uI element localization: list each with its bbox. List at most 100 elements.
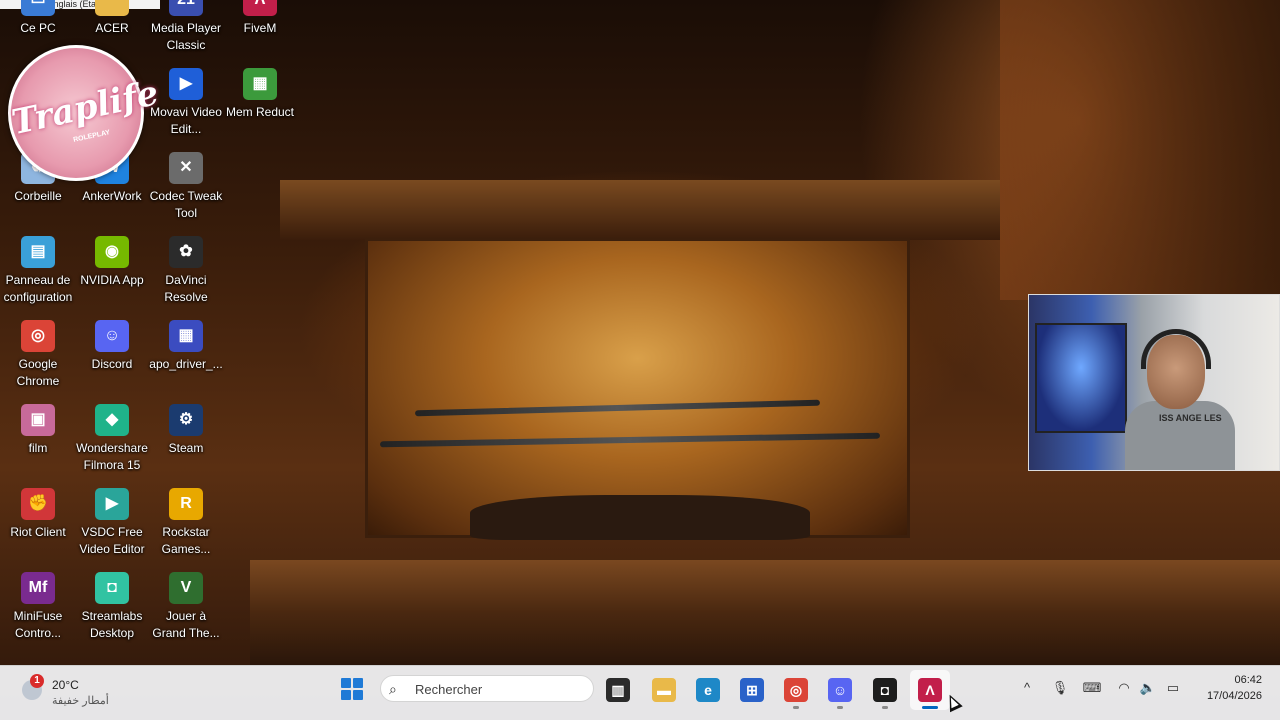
fivem-icon: Λ bbox=[918, 678, 942, 702]
desktop-icon-film-folder[interactable]: ▣ film bbox=[0, 404, 76, 457]
steam-icon: ⚙ bbox=[169, 404, 203, 436]
webcam-person-torso bbox=[1125, 401, 1235, 470]
discord-icon: ☺ bbox=[95, 320, 129, 352]
battery-icon[interactable]: ▭ bbox=[1163, 680, 1183, 696]
desktop-icon-label: Streamlabs Desktop bbox=[81, 609, 143, 640]
gta-icon: V bbox=[169, 572, 203, 604]
desktop-icon-vsdc[interactable]: ▶ VSDC Free Video Editor bbox=[74, 488, 150, 558]
desktop-icon-fivem[interactable]: Λ FiveM bbox=[222, 0, 298, 37]
desktop-icon-apo-driver[interactable]: ▦ apo_driver_... bbox=[148, 320, 224, 373]
davinci-icon: ✿ bbox=[169, 236, 203, 268]
desktop-icon-davinci[interactable]: ✿ DaVinci Resolve bbox=[148, 236, 224, 306]
nvidia-icon: ◉ bbox=[95, 236, 129, 268]
file-explorer-icon: ▬ bbox=[652, 678, 676, 702]
wrench-icon: ✕ bbox=[169, 152, 203, 184]
desktop-icon-discord[interactable]: ☺ Discord bbox=[74, 320, 150, 373]
desktop-icon-mem-reduct[interactable]: ▦ Mem Reduct bbox=[222, 68, 298, 121]
desktop-icon-label: DaVinci Resolve bbox=[164, 273, 208, 304]
streamlabs-icon: ◘ bbox=[95, 572, 129, 604]
logo-text: Traplife bbox=[8, 73, 162, 144]
desktop-icon-label: FiveM bbox=[243, 21, 277, 35]
desktop-icon-nvidia[interactable]: ◉ NVIDIA App bbox=[74, 236, 150, 289]
taskbar-fivem-button[interactable]: Λ bbox=[910, 670, 950, 710]
desktop-icon-rockstar[interactable]: R Rockstar Games... bbox=[148, 488, 224, 558]
wallpaper-katana-stand bbox=[470, 495, 810, 540]
clock-time: 06:42 bbox=[1234, 674, 1262, 686]
notification-badge: 1 bbox=[30, 674, 44, 688]
weather-description: أمطار خفيفة bbox=[52, 695, 109, 707]
riot-icon: ✊ bbox=[21, 488, 55, 520]
windows-logo-icon bbox=[341, 678, 351, 688]
minifuse-icon: Mf bbox=[21, 572, 55, 604]
desktop-icon-label: Wondershare Filmora 15 bbox=[76, 441, 148, 472]
wifi-icon[interactable]: ◠ bbox=[1114, 680, 1134, 696]
taskbar-edge-button[interactable]: e bbox=[688, 670, 728, 710]
webcam-background-monitor bbox=[1035, 323, 1127, 433]
rockstar-icon: R bbox=[169, 488, 203, 520]
movavi-icon: ▶ bbox=[169, 68, 203, 100]
webcam-shirt-text: ISS ANGE LES bbox=[1159, 413, 1222, 423]
desktop-icon-filmora[interactable]: ◆ Wondershare Filmora 15 bbox=[74, 404, 150, 474]
streamlabs-icon: ◘ bbox=[873, 678, 897, 702]
fivem-icon: Λ bbox=[243, 0, 277, 16]
desktop-icon-label: Ce PC bbox=[20, 21, 56, 35]
computer-icon: ▭ bbox=[21, 0, 55, 16]
desktop-icon-label: NVIDIA App bbox=[80, 273, 144, 287]
filmora-icon: ◆ bbox=[95, 404, 129, 436]
desktop-icon-label: Jouer à Grand The... bbox=[152, 609, 220, 640]
clock-date: 17/04/2026 bbox=[1206, 690, 1262, 702]
task-view-icon: ▥ bbox=[606, 678, 630, 702]
desktop-icon-steam[interactable]: ⚙ Steam bbox=[148, 404, 224, 457]
desktop-icon-folder[interactable]: ACER bbox=[74, 0, 150, 37]
desktop-icon-control-panel[interactable]: ▤ Panneau de configuration bbox=[0, 236, 76, 306]
desktop-icon-media-player[interactable]: 21 Media Player Classic bbox=[148, 0, 224, 54]
taskbar-discord-button[interactable]: ☺ bbox=[820, 670, 860, 710]
running-indicator bbox=[793, 706, 799, 709]
taskbar-task-view-button[interactable]: ▥ bbox=[598, 670, 638, 710]
desktop-icon-label: Codec Tweak Tool bbox=[149, 189, 223, 220]
desktop-icon-label: Riot Client bbox=[10, 525, 66, 539]
start-button[interactable] bbox=[341, 678, 363, 700]
desktop-icon-wrench[interactable]: ✕ Codec Tweak Tool bbox=[148, 152, 224, 222]
microsoft-store-icon: ⊞ bbox=[740, 678, 764, 702]
headset-icon bbox=[1141, 329, 1211, 369]
search-placeholder: Rechercher bbox=[415, 682, 483, 697]
control-panel-icon: ▤ bbox=[21, 236, 55, 268]
desktop-icon-label: apo_driver_... bbox=[149, 357, 223, 371]
taskbar-microsoft-store-button[interactable]: ⊞ bbox=[732, 670, 772, 710]
search-input[interactable]: ⌕ Rechercher bbox=[380, 675, 594, 702]
keyboard-icon[interactable]: ⌨ bbox=[1082, 680, 1102, 696]
desktop-icon-chrome[interactable]: ◎ Google Chrome bbox=[0, 320, 76, 390]
running-indicator bbox=[837, 706, 843, 709]
desktop-icon-computer[interactable]: ▭ Ce PC bbox=[0, 0, 76, 37]
desktop-icon-streamlabs[interactable]: ◘ Streamlabs Desktop bbox=[74, 572, 150, 642]
edge-icon: e bbox=[696, 678, 720, 702]
discord-icon: ☺ bbox=[828, 678, 852, 702]
wallpaper-painting bbox=[365, 238, 910, 538]
folder-icon bbox=[95, 0, 129, 16]
chevron-up-icon[interactable]: ^ bbox=[1017, 680, 1037, 695]
desktop-icon-gta[interactable]: V Jouer à Grand The... bbox=[148, 572, 224, 642]
desktop-icon-riot[interactable]: ✊ Riot Client bbox=[0, 488, 76, 541]
traplife-logo: Traplife ROLEPLAY bbox=[8, 45, 162, 181]
webcam-overlay: ISS ANGE LES bbox=[1028, 294, 1280, 471]
desktop-icon-label: film bbox=[28, 441, 48, 455]
logo-subtitle: ROLEPLAY bbox=[72, 129, 111, 144]
film-folder-icon: ▣ bbox=[21, 404, 55, 436]
weather-widget[interactable]: 1 20°C أمطار خفيفة bbox=[18, 672, 128, 716]
taskbar-streamlabs-button[interactable]: ◘ bbox=[865, 670, 905, 710]
weather-temperature: 20°C bbox=[52, 678, 79, 692]
volume-icon[interactable]: 🔈 bbox=[1138, 680, 1158, 696]
taskbar-chrome-button[interactable]: ◎ bbox=[776, 670, 816, 710]
chrome-icon: ◎ bbox=[21, 320, 55, 352]
desktop-icon-label: ACER bbox=[95, 21, 129, 35]
desktop-icon-label: Rockstar Games... bbox=[161, 525, 211, 556]
wallpaper-katana bbox=[414, 399, 821, 417]
microphone-icon[interactable]: 🎙 bbox=[1050, 680, 1070, 696]
taskbar-file-explorer-button[interactable]: ▬ bbox=[644, 670, 684, 710]
clock[interactable]: 06:42 17/04/2026 bbox=[1196, 672, 1262, 704]
vsdc-icon: ▶ bbox=[95, 488, 129, 520]
desktop-icon-label: VSDC Free Video Editor bbox=[79, 525, 145, 556]
desktop-icon-label: Panneau de configuration bbox=[3, 273, 73, 304]
desktop-icon-minifuse[interactable]: Mf MiniFuse Contro... bbox=[0, 572, 76, 642]
